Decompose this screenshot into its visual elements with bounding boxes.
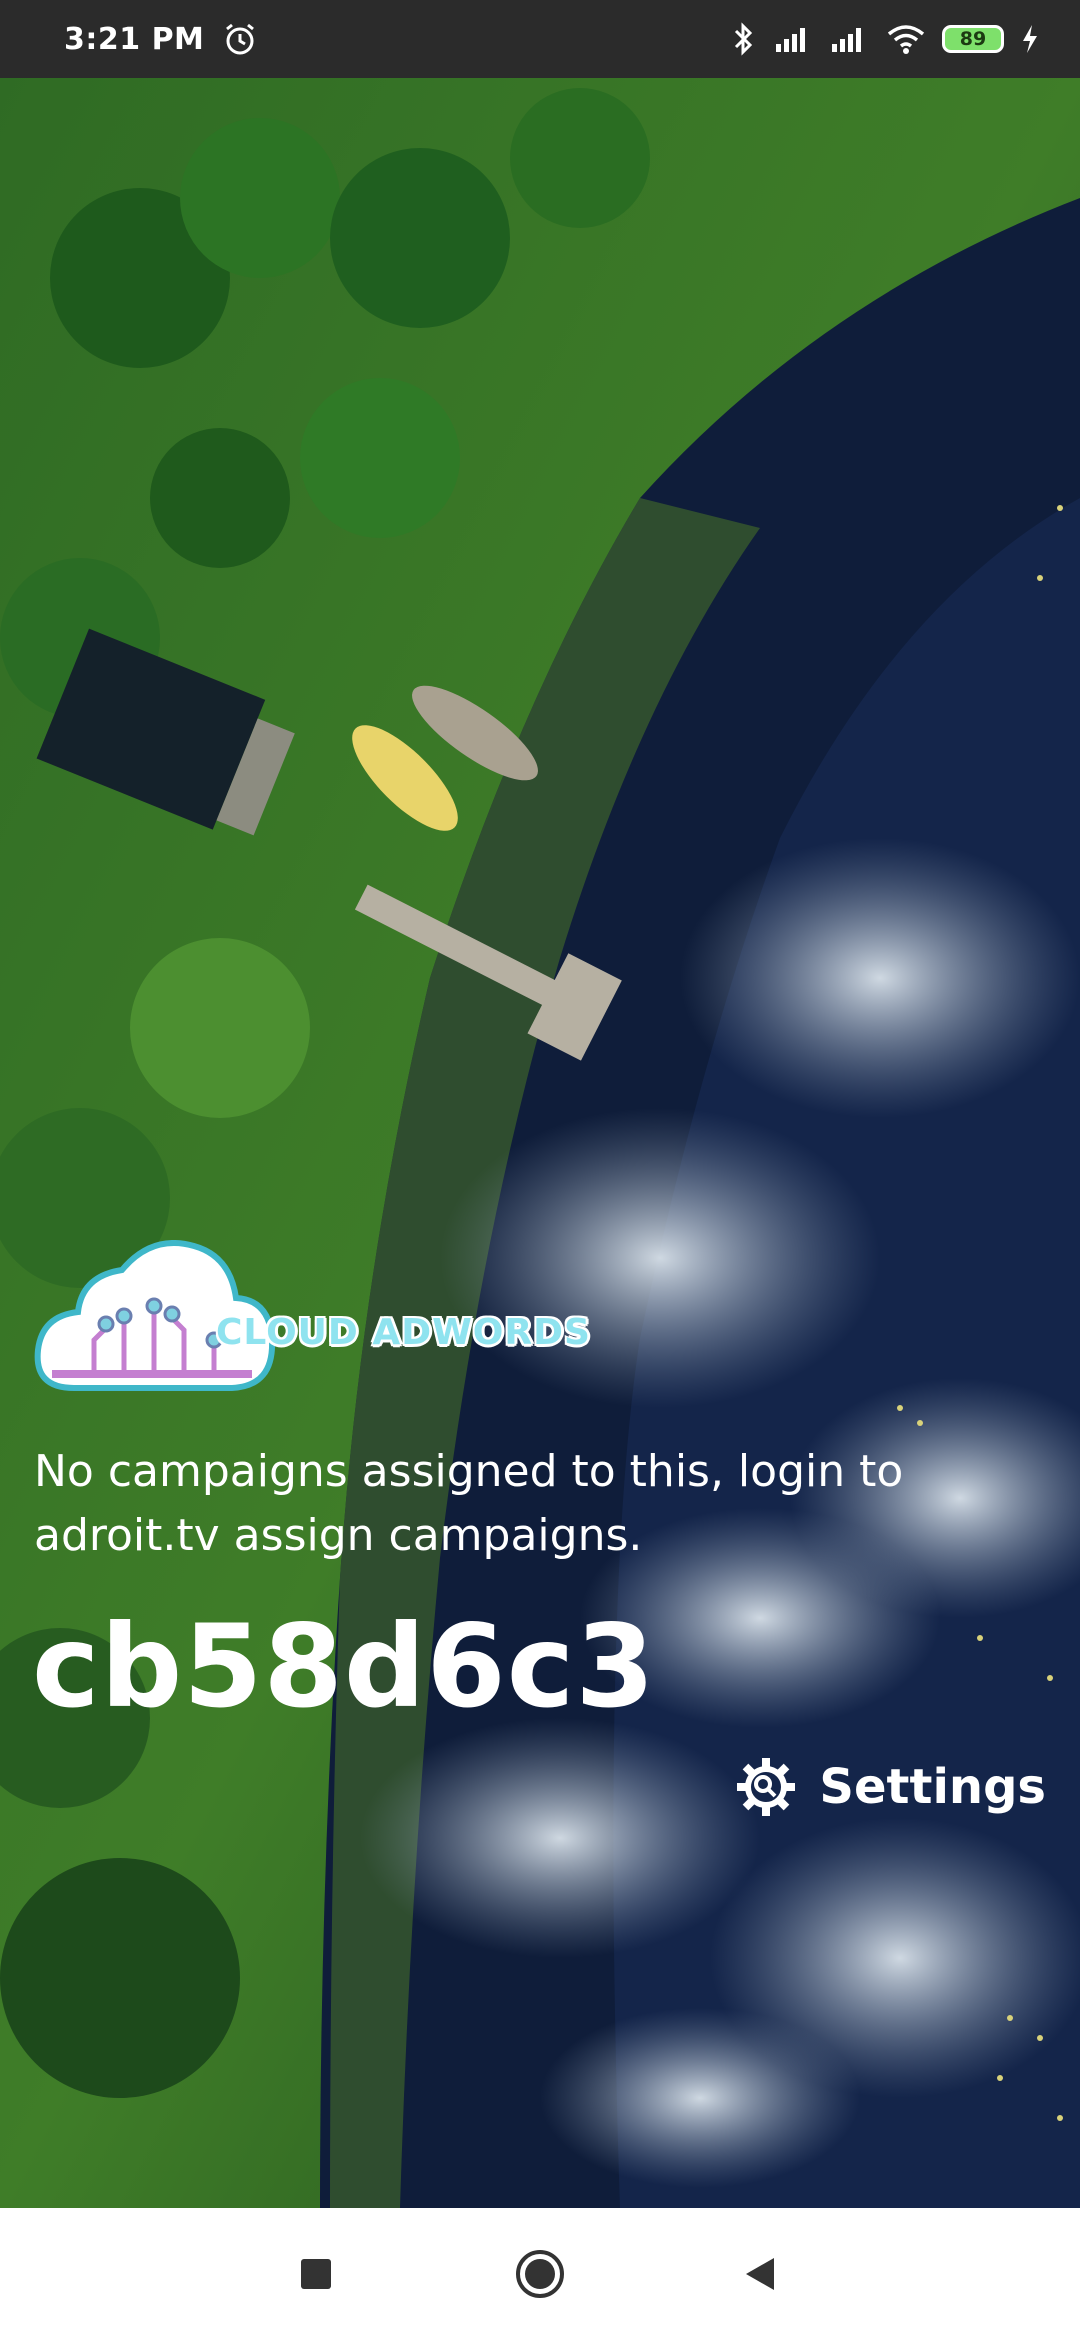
- charging-icon: [1023, 25, 1037, 53]
- status-icons: 89: [730, 22, 1040, 56]
- square-icon: [301, 2259, 331, 2289]
- signal-icon: [832, 28, 861, 52]
- battery-icon: 89: [942, 25, 1004, 53]
- status-time: 3:21 PM: [64, 21, 205, 57]
- no-campaigns-message: No campaigns assigned to this, login to …: [34, 1446, 904, 1561]
- home-button[interactable]: [510, 2244, 570, 2304]
- background-image: [0, 78, 1080, 2208]
- signal-icon: [776, 28, 805, 52]
- logo-wordmark: CLOUD ADWORDS: [216, 1312, 591, 1353]
- wifi-icon: [887, 25, 925, 54]
- recent-apps-button[interactable]: [286, 2244, 346, 2304]
- battery-level: 89: [942, 25, 1004, 53]
- gear-icon: [737, 1758, 796, 1816]
- settings-label: Settings: [819, 1759, 1046, 1815]
- back-triangle-icon: [746, 2258, 774, 2290]
- circle-icon: [516, 2250, 564, 2298]
- bluetooth-icon: [734, 22, 753, 56]
- back-button[interactable]: [730, 2244, 790, 2304]
- settings-button[interactable]: Settings: [735, 1756, 1046, 1818]
- navigation-bar: [0, 2208, 1080, 2340]
- status-bar: 3:21 PM 89: [0, 0, 1080, 78]
- device-code: cb58d6c3: [32, 1600, 656, 1733]
- alarm-icon: [226, 23, 255, 55]
